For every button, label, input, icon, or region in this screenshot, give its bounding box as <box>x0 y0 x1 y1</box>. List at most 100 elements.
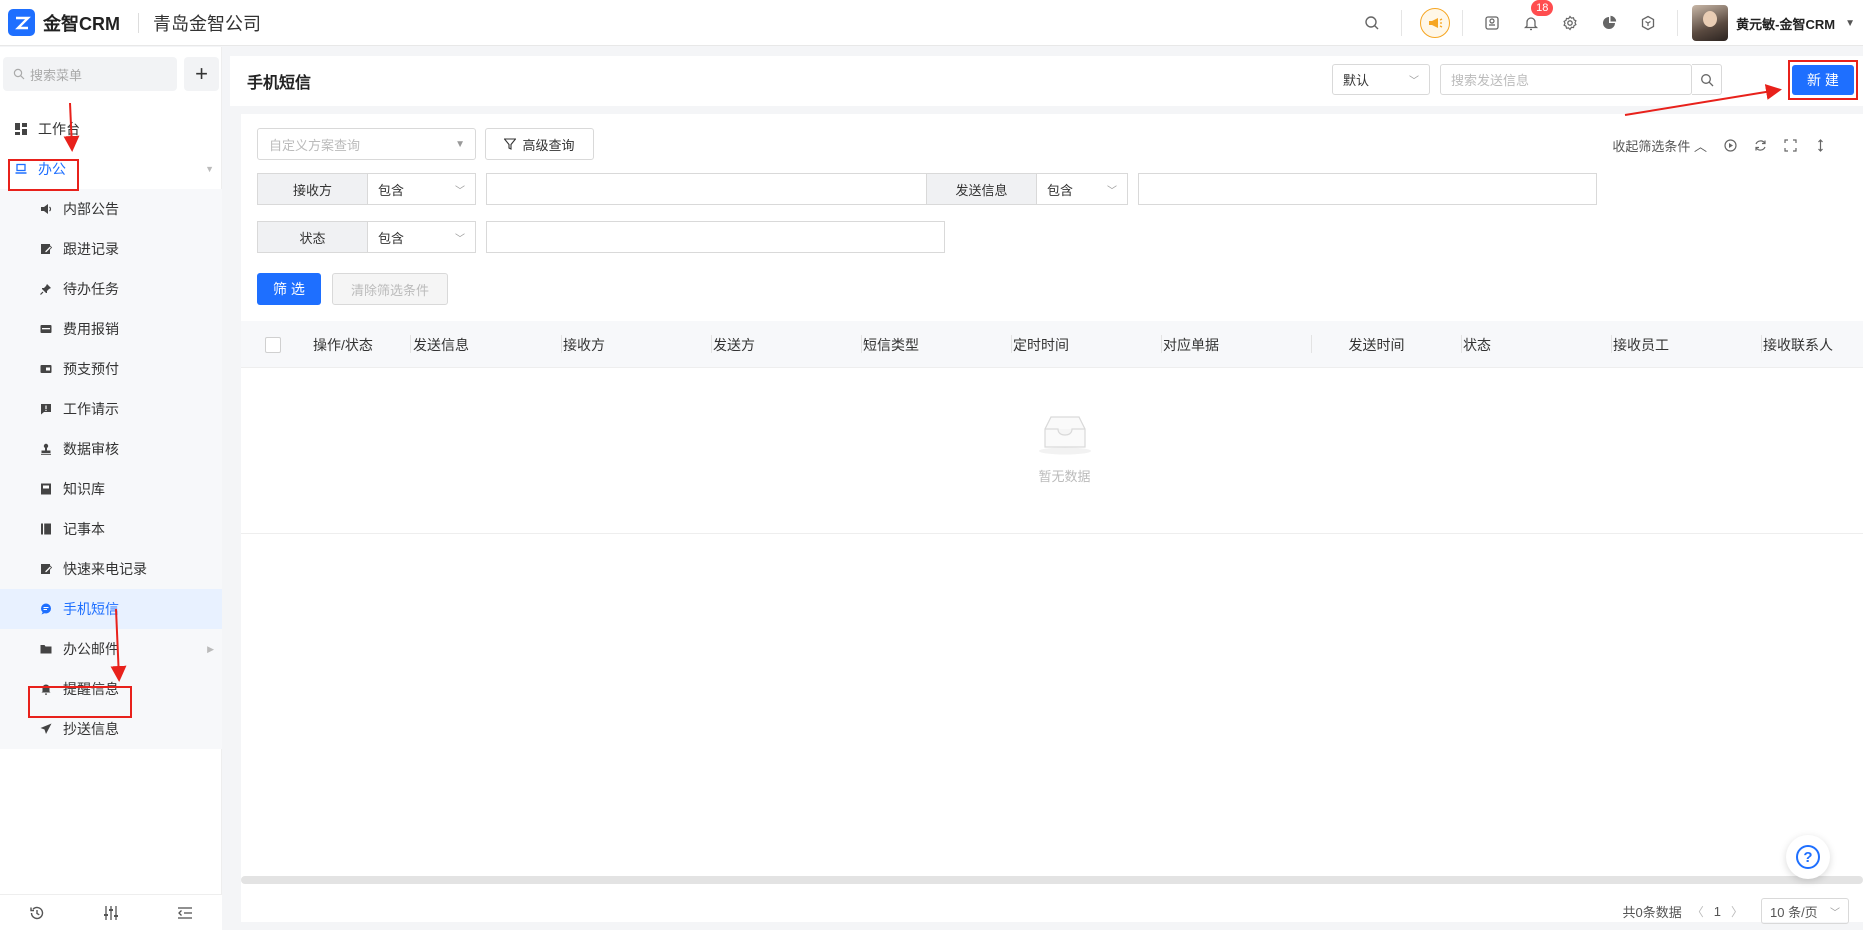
sidebar-item-knowledge[interactable]: 知识库 <box>0 469 222 509</box>
collapse-filter-toggle[interactable]: 收起筛选条件 ︿ <box>1612 136 1707 155</box>
column-header[interactable]: 发送时间 <box>1313 321 1462 368</box>
add-button[interactable]: + <box>184 57 219 91</box>
collapse-menu-icon[interactable] <box>177 905 193 921</box>
bell-icon[interactable]: 18 <box>1521 0 1554 33</box>
help-button[interactable]: ? <box>1786 835 1830 879</box>
divider <box>1011 335 1012 353</box>
filter-value-input[interactable] <box>486 173 945 205</box>
filter-operator-select[interactable]: 包含 ﹀ <box>367 221 476 253</box>
column-header-label: 发送信息 <box>413 336 469 353</box>
caret-down-icon: ▼ <box>1845 17 1855 29</box>
search-button[interactable] <box>1692 64 1722 95</box>
filter-value-input[interactable] <box>486 221 945 253</box>
pie-chart-icon[interactable] <box>1599 13 1619 33</box>
divider <box>1161 335 1162 353</box>
chevron-down-icon: ﹀ <box>1409 76 1419 87</box>
sidebar-item-expense[interactable]: 费用报销 <box>0 309 222 349</box>
sidebar-item-request[interactable]: 工作请示 <box>0 389 222 429</box>
promo-megaphone-icon[interactable] <box>1420 8 1451 38</box>
logo[interactable]: 金智CRM <box>8 9 120 36</box>
empty-text: 暂无数据 <box>1038 469 1091 484</box>
current-page[interactable]: 1 <box>1714 904 1721 919</box>
sidebar-item-announcement[interactable]: 内部公告 <box>0 189 222 229</box>
column-header-label: 操作/状态 <box>313 336 373 353</box>
advanced-query-button[interactable]: 高级查询 <box>485 128 594 160</box>
divider <box>1311 335 1312 353</box>
filter-value-input[interactable] <box>1138 173 1597 205</box>
column-height-icon[interactable] <box>1813 139 1827 153</box>
next-page-icon[interactable]: 〉 <box>1731 903 1743 920</box>
column-header[interactable]: 状态 <box>1463 321 1612 368</box>
filter-operator-select[interactable]: 包含 ﹀ <box>367 173 476 205</box>
sidebar-item-label: 工作请示 <box>63 401 119 417</box>
sidebar-item-label: 工作台 <box>38 121 80 137</box>
sliders-icon[interactable] <box>103 905 119 921</box>
search-icon <box>13 68 25 80</box>
play-icon[interactable] <box>1723 139 1737 153</box>
scheme-select[interactable]: 自定义方案查询 ▼ <box>257 128 476 160</box>
user-menu[interactable]: 黄元敏-金智CRM ▼ <box>1692 5 1855 41</box>
filter-operator-value: 包含 <box>1047 182 1074 198</box>
menu-search-input[interactable]: 搜索菜单 <box>3 57 177 91</box>
card-icon <box>39 322 53 336</box>
total-count: 共0条数据 <box>1622 904 1682 920</box>
chevron-down-icon: ﹀ <box>1107 185 1117 197</box>
logo-icon <box>8 9 35 36</box>
message-center-icon[interactable] <box>1482 13 1502 33</box>
content-panel: 自定义方案查询 ▼ 高级查询 收起筛选条件 ︿ 接收方 包含 ﹀ 发送信息 包含 ﹀… <box>241 114 1863 924</box>
column-header[interactable]: 短信类型 <box>863 321 1012 368</box>
column-header[interactable]: 接收员工 <box>1613 321 1762 368</box>
sidebar-item-label: 预支预付 <box>63 361 119 377</box>
filter-row: 接收方 包含 ﹀ <box>257 173 945 205</box>
page-size-select[interactable]: 10 条/页 ﹀ <box>1761 898 1849 924</box>
sidebar-item-advance[interactable]: 预支预付 <box>0 349 222 389</box>
divider <box>1611 335 1612 353</box>
clear-filter-button[interactable]: 清除筛选条件 <box>332 273 448 305</box>
column-header[interactable]: 操作/状态 <box>313 321 411 368</box>
history-icon[interactable] <box>29 905 45 921</box>
select-all-checkbox[interactable] <box>265 337 281 353</box>
speaker-icon <box>39 202 53 216</box>
sidebar-item-notebook[interactable]: 记事本 <box>0 509 222 549</box>
column-header[interactable]: 接收联系人 <box>1763 321 1863 368</box>
column-header-label: 对应单据 <box>1163 336 1219 353</box>
filter-button[interactable]: 筛 选 <box>257 273 321 305</box>
filter-operator-value: 包含 <box>378 182 405 198</box>
column-header[interactable]: 接收方 <box>563 321 712 368</box>
column-header[interactable]: 对应单据 <box>1163 321 1312 368</box>
column-header[interactable]: 发送方 <box>713 321 862 368</box>
search-icon[interactable] <box>1362 13 1382 33</box>
top-bar: 金智CRM 青岛金智公司 18 黄元敏-金智CRM ▼ <box>0 0 1863 46</box>
search-input[interactable]: 搜索发送信息 <box>1440 64 1692 95</box>
view-select[interactable]: 默认 ﹀ <box>1332 64 1430 95</box>
refresh-icon[interactable] <box>1753 139 1767 153</box>
sidebar-item-workbench[interactable]: 工作台 <box>0 109 222 149</box>
sidebar-item-label: 待办任务 <box>63 281 119 297</box>
filter-icon <box>504 138 517 150</box>
column-header[interactable]: 定时时间 <box>1013 321 1162 368</box>
highlight-box <box>8 159 79 191</box>
wallet-icon <box>39 362 53 376</box>
fullscreen-icon[interactable] <box>1783 139 1797 153</box>
column-header-label: 发送时间 <box>1348 336 1405 353</box>
sidebar-item-todo[interactable]: 待办任务 <box>0 269 222 309</box>
sidebar-item-quick-call[interactable]: 快速来电记录 <box>0 549 222 589</box>
send-icon <box>39 722 53 736</box>
collapse-filter-label: 收起筛选条件 <box>1612 139 1691 154</box>
prev-page-icon[interactable]: 〈 <box>1692 903 1704 920</box>
sidebar-item-followup[interactable]: 跟进记录 <box>0 229 222 269</box>
filter-operator-select[interactable]: 包含 ﹀ <box>1036 173 1128 205</box>
sidebar-item-audit[interactable]: 数据审核 <box>0 429 222 469</box>
gear-icon[interactable] <box>1560 13 1580 33</box>
sidebar-item-label: 快速来电记录 <box>63 561 147 577</box>
column-header-label: 接收方 <box>563 336 605 353</box>
sidebar-item-sms[interactable]: 手机短信 <box>0 589 222 629</box>
column-header[interactable]: 发送信息 <box>413 321 562 368</box>
edit-note-icon <box>39 242 53 256</box>
column-header-label: 发送方 <box>713 336 755 353</box>
company-name[interactable]: 青岛金智公司 <box>153 10 261 36</box>
horizontal-scrollbar[interactable] <box>241 876 1863 884</box>
divider <box>1761 335 1762 353</box>
cube-icon[interactable] <box>1638 13 1658 33</box>
sidebar-item-office-mail[interactable]: 办公邮件 ▶ <box>0 629 222 669</box>
